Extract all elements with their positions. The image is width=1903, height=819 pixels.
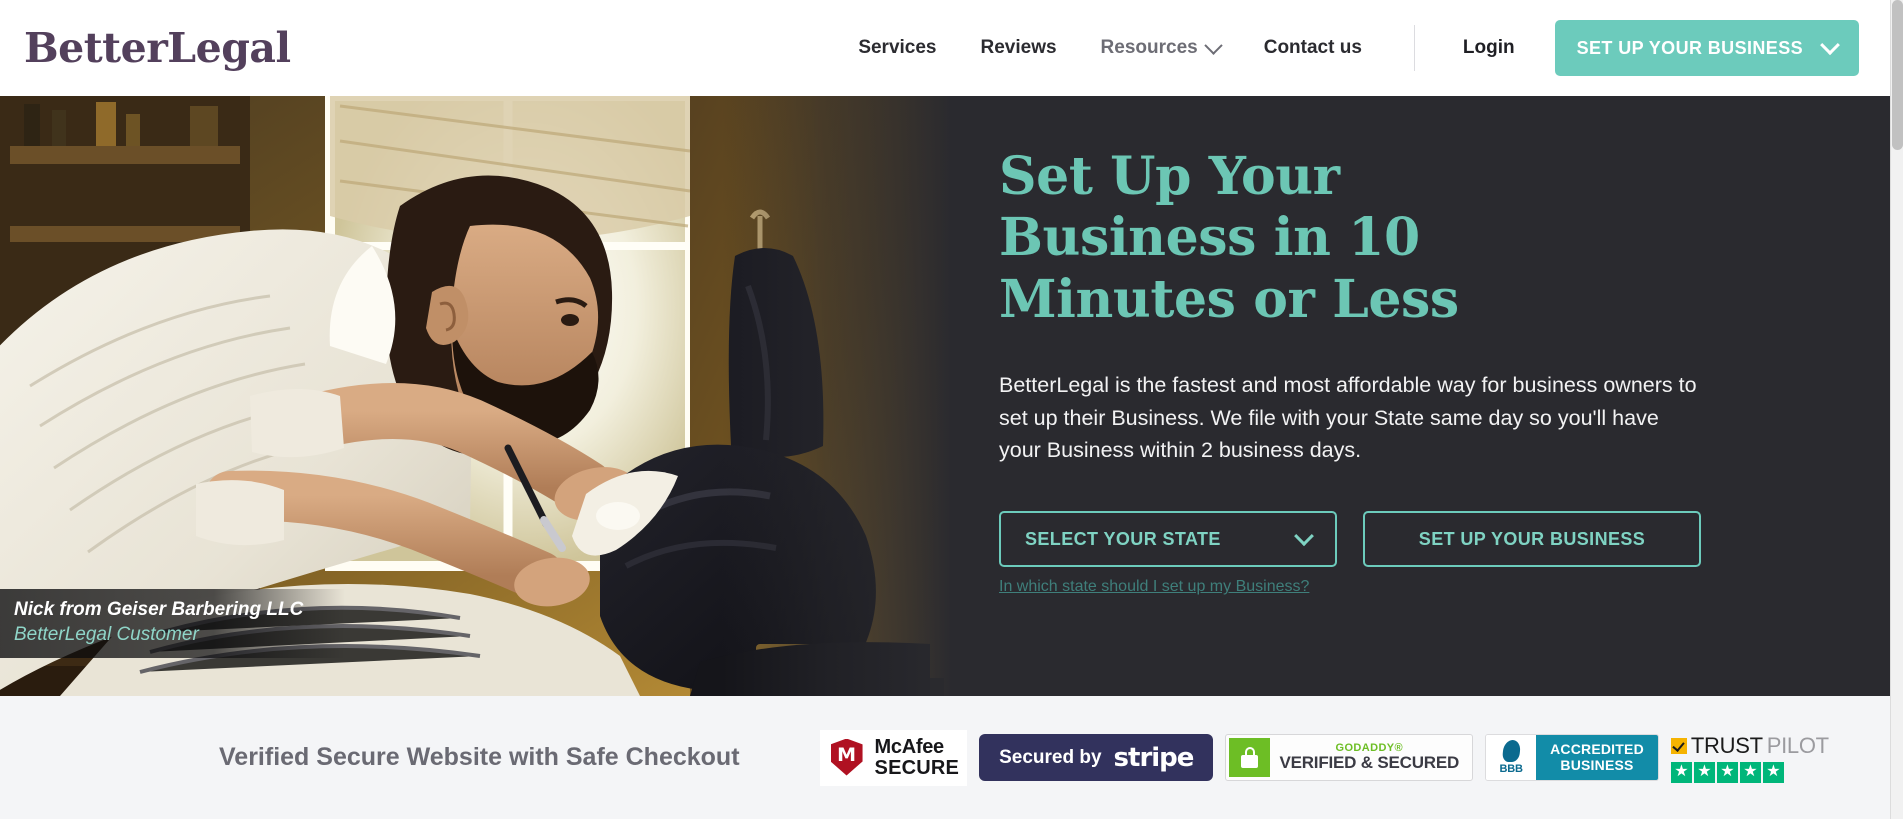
select-state-label: SELECT YOUR STATE (1025, 528, 1221, 549)
state-help-link[interactable]: In which state should I set up my Busine… (999, 578, 1309, 596)
hero-actions: SELECT YOUR STATE SET UP YOUR BUSINESS (999, 511, 1719, 568)
check-icon (1670, 737, 1687, 754)
trustpilot-badge[interactable]: TRUST PILOT ★ ★ ★ ★ ★ (1670, 732, 1829, 783)
photo-fade-overlay (722, 96, 952, 696)
nav-item-label: Reviews (980, 37, 1057, 58)
hero-photo: BELMONT Nick from Geiser Barbering LLC B… (0, 96, 952, 696)
chevron-down-icon (1204, 35, 1223, 55)
scrollbar-thumb[interactable] (1892, 0, 1903, 150)
hero-setup-business-label: SET UP YOUR BUSINESS (1418, 528, 1646, 549)
shield-icon: M (827, 735, 866, 780)
trust-badges: M McAfee SECURE Secured by stripe GODADD… (819, 729, 1829, 786)
godaddy-line2: VERIFIED & SECURED (1279, 753, 1460, 773)
lock-icon (1229, 738, 1271, 777)
bbb-line2: BUSINESS (1560, 756, 1634, 773)
logo[interactable]: BetterLegal (24, 24, 291, 72)
stripe-wordmark: stripe (1113, 742, 1195, 773)
nav-item-label: Resources (1100, 37, 1198, 58)
mcafee-text: McAfee SECURE (874, 735, 960, 779)
hero-section: BELMONT Nick from Geiser Barbering LLC B… (0, 96, 1890, 696)
header-setup-business-label: SET UP YOUR BUSINESS (1576, 37, 1803, 58)
hero-paragraph: BetterLegal is the fastest and most affo… (999, 373, 1697, 463)
stripe-badge[interactable]: Secured by stripe (979, 734, 1214, 781)
nav-item-contact-us[interactable]: Contact us (1242, 37, 1384, 59)
nav-item-resources[interactable]: Resources (1079, 35, 1242, 59)
star-icon: ★ (1762, 761, 1784, 783)
hero-copy: Set Up Your Business in 10 Minutes or Le… (999, 146, 1719, 596)
nav-item-services[interactable]: Services (836, 37, 958, 59)
caption-name: Nick from Geiser Barbering LLC (14, 598, 304, 620)
bbb-text: ACCREDITED BUSINESS (1536, 735, 1658, 780)
bbb-torch-icon: BBB (1486, 735, 1537, 780)
select-state-dropdown[interactable]: SELECT YOUR STATE (999, 511, 1337, 568)
trustpilot-wordmark: TRUST PILOT (1670, 732, 1829, 759)
trustpilot-word2: PILOT (1766, 732, 1829, 758)
login-link[interactable]: Login (1437, 37, 1541, 59)
mcafee-line1: McAfee (874, 735, 945, 758)
trust-bar-title: Verified Secure Website with Safe Checko… (219, 743, 740, 771)
star-icon: ★ (1716, 761, 1738, 783)
mcafee-line2: SECURE (874, 756, 960, 779)
page-root: BetterLegal Services Reviews Resources C… (0, 0, 1903, 819)
main-navigation: Services Reviews Resources Contact us Lo… (836, 0, 1890, 96)
site-header: BetterLegal Services Reviews Resources C… (0, 0, 1890, 96)
nav-divider (1413, 25, 1415, 71)
bbb-line1: ACCREDITED (1550, 741, 1644, 758)
mcafee-mark: M (837, 743, 856, 766)
hero-heading: Set Up Your Business in 10 Minutes or Le… (999, 146, 1459, 330)
page-scrollbar[interactable] (1890, 0, 1903, 819)
star-icon: ★ (1739, 761, 1761, 783)
godaddy-text: GODADDY® VERIFIED & SECURED (1279, 742, 1469, 773)
nav-item-label: Services (858, 37, 937, 58)
photo-caption: Nick from Geiser Barbering LLC BetterLeg… (0, 588, 346, 658)
chevron-down-icon (1294, 526, 1314, 547)
trustpilot-stars: ★ ★ ★ ★ ★ (1670, 761, 1829, 783)
trust-bar: Verified Secure Website with Safe Checko… (0, 696, 1890, 819)
mcafee-secure-badge[interactable]: M McAfee SECURE (819, 729, 968, 786)
nav-item-reviews[interactable]: Reviews (959, 37, 1079, 59)
trustpilot-word1: TRUST (1690, 732, 1763, 758)
star-icon: ★ (1670, 761, 1692, 783)
bbb-accredited-badge[interactable]: BBB ACCREDITED BUSINESS (1485, 734, 1659, 781)
caption-role: BetterLegal Customer (14, 624, 199, 646)
bbb-mark: BBB (1499, 763, 1523, 775)
nav-item-label: Contact us (1263, 37, 1362, 58)
star-icon: ★ (1693, 761, 1715, 783)
stripe-prefix: Secured by (999, 746, 1102, 768)
chevron-down-icon (1820, 35, 1840, 56)
hero-setup-business-button[interactable]: SET UP YOUR BUSINESS (1363, 511, 1701, 568)
godaddy-badge[interactable]: GODADDY® VERIFIED & SECURED (1225, 734, 1474, 781)
header-setup-business-button[interactable]: SET UP YOUR BUSINESS (1554, 20, 1859, 76)
